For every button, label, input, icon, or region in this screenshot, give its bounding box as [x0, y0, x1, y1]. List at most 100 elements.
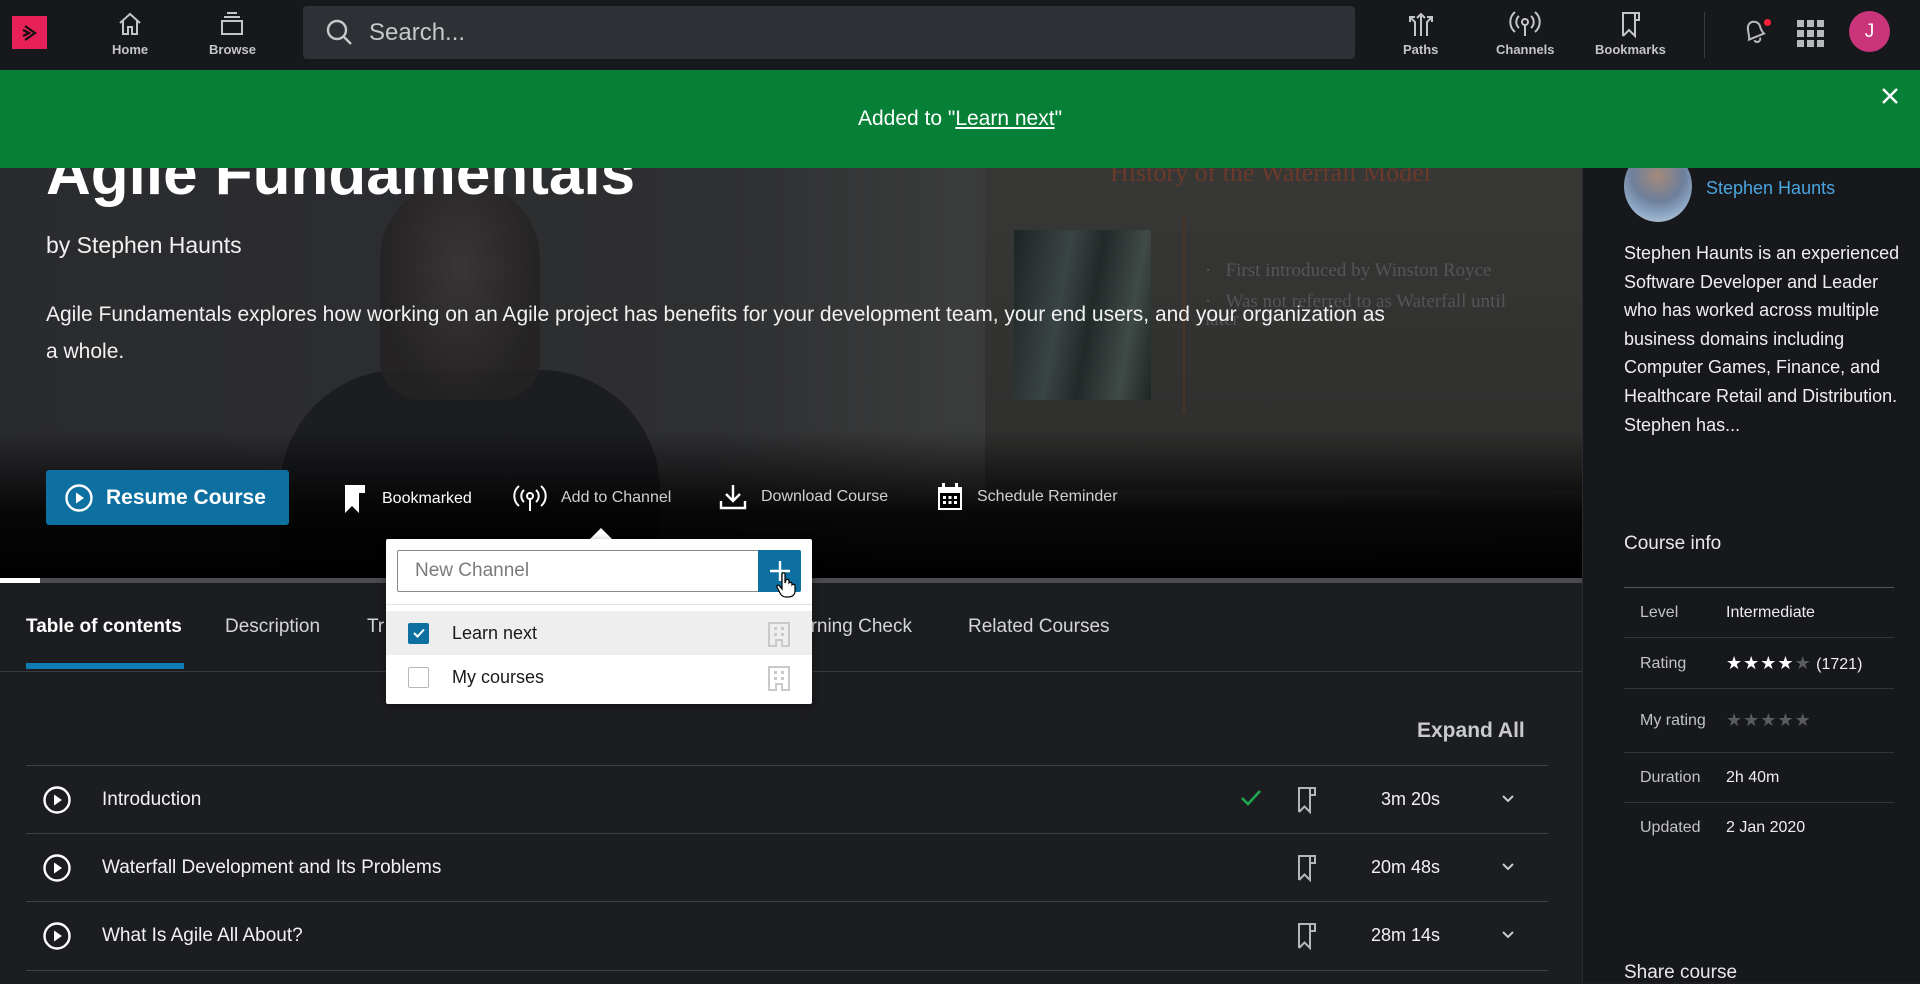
toast-message: Added to "Learn next" [857, 107, 1063, 130]
toast-learn-next-link[interactable]: Learn next [955, 107, 1054, 130]
play-circle-icon [65, 483, 93, 512]
search-bar[interactable] [303, 6, 1355, 59]
nav-bookmarks-label: Bookmarks [1595, 42, 1666, 57]
star-icon: ★ [1777, 652, 1795, 673]
rating-stars: ★★★★★ [1726, 653, 1812, 673]
check-icon [412, 628, 425, 638]
apps-grid-icon[interactable] [1797, 20, 1824, 47]
star-icon: ★ [1760, 710, 1778, 730]
add-to-channel-button[interactable]: Add to Channel [513, 483, 671, 513]
paths-icon [1408, 12, 1433, 36]
bookmark-icon[interactable] [1296, 922, 1318, 950]
user-avatar[interactable]: J [1849, 11, 1890, 52]
resume-course-label: Resume Course [106, 485, 266, 509]
module-duration: 20m 48s [1370, 857, 1440, 877]
channel-item-my-courses[interactable]: My courses [386, 655, 812, 699]
search-input[interactable] [369, 18, 1269, 47]
info-row-my-rating: My rating ★★★★★ [1624, 688, 1894, 752]
updated-value: 2 Jan 2020 [1726, 818, 1806, 836]
pluralsight-logo[interactable] [12, 16, 47, 49]
chevron-down-icon[interactable] [1501, 794, 1515, 804]
success-toast: Added to "Learn next" [0, 70, 1920, 168]
star-icon: ★ [1760, 652, 1778, 673]
nav-browse[interactable]: Browse [209, 8, 256, 57]
chevron-down-icon[interactable] [1501, 862, 1515, 872]
info-row-updated: Updated 2 Jan 2020 [1624, 802, 1894, 852]
module-duration: 3m 20s [1380, 789, 1440, 809]
star-icon: ★ [1743, 710, 1761, 730]
play-circle-icon[interactable] [42, 853, 72, 883]
chevron-down-icon[interactable] [1501, 930, 1515, 940]
nav-channels[interactable]: Channels [1496, 8, 1555, 57]
bookmark-filled-icon [345, 485, 365, 513]
home-icon [119, 12, 141, 35]
play-circle-icon[interactable] [42, 921, 72, 951]
nav-paths-label: Paths [1403, 42, 1439, 57]
course-description: Agile Fundamentals explores how working … [46, 303, 1385, 363]
star-icon: ★ [1726, 652, 1744, 673]
avatar-initial: J [1864, 20, 1875, 42]
top-nav: Home Browse Paths Channels Bookmarks J [0, 0, 1920, 70]
new-channel-input[interactable] [397, 550, 758, 592]
download-icon [719, 485, 747, 510]
course-info-table: Level Intermediate Rating ★★★★★ (1721) M… [1624, 587, 1894, 852]
star-icon: ★ [1794, 652, 1812, 673]
notification-dot [1764, 19, 1771, 26]
tab-learning-check[interactable]: arning Check [800, 616, 912, 638]
channel-item-learn-next[interactable]: Learn next [386, 611, 812, 655]
module-title: Waterfall Development and Its Problems [102, 856, 442, 878]
checkbox-checked[interactable] [408, 622, 429, 644]
browse-icon [221, 12, 244, 35]
slide-bullet: · First introduced by Winston Royce [1205, 260, 1492, 281]
nav-paths[interactable]: Paths [1403, 8, 1438, 57]
toc-module-row[interactable]: Introduction 3m 20s [26, 765, 1548, 833]
toc-module-row[interactable]: What Is Agile All About? 28m 14s [26, 901, 1548, 969]
expand-all-button[interactable]: Expand All [1417, 719, 1525, 743]
resume-course-button[interactable]: Resume Course [46, 470, 289, 525]
toc-module-row[interactable]: Waterfall Development and Its Problems 20… [26, 833, 1548, 901]
author-name-link[interactable]: Stephen Haunts [1706, 178, 1835, 199]
level-value: Intermediate [1726, 603, 1815, 621]
checkbox-unchecked[interactable] [408, 666, 429, 688]
add-to-channel-popup: Learn next My courses [386, 539, 812, 704]
rating-count: (1721) [1816, 655, 1863, 673]
nav-channels-label: Channels [1496, 42, 1555, 57]
star-icon: ★ [1743, 652, 1761, 673]
nav-bookmarks[interactable]: Bookmarks [1595, 8, 1666, 57]
tab-table-of-contents[interactable]: Table of contents [26, 616, 182, 638]
tab-related-courses[interactable]: Related Courses [968, 616, 1110, 638]
info-row-level: Level Intermediate [1624, 587, 1894, 637]
mouse-cursor-hand-icon [776, 572, 796, 598]
schedule-reminder-button[interactable]: Schedule Reminder [937, 483, 1118, 511]
active-tab-indicator [26, 663, 184, 669]
module-title: What Is Agile All About? [102, 924, 303, 946]
module-duration: 28m 14s [1370, 925, 1440, 945]
download-course-button[interactable]: Download Course [719, 483, 888, 511]
nav-divider [1704, 12, 1705, 58]
calendar-icon [938, 483, 962, 510]
bookmarked-button[interactable]: Bookmarked [342, 483, 472, 515]
play-logo-icon [22, 24, 37, 41]
tab-description[interactable]: Description [225, 616, 320, 638]
nav-home-label: Home [112, 42, 149, 57]
play-circle-icon[interactable] [42, 785, 72, 815]
duration-value: 2h 40m [1726, 768, 1780, 786]
organization-building-icon [768, 622, 790, 647]
organization-building-icon [768, 666, 790, 691]
nav-home[interactable]: Home [112, 8, 148, 57]
course-info-heading: Course info [1624, 533, 1722, 554]
toc-divider [26, 970, 1548, 971]
channels-icon [1509, 11, 1541, 36]
info-row-duration: Duration 2h 40m [1624, 752, 1894, 802]
search-icon [326, 19, 352, 45]
star-icon: ★ [1726, 710, 1744, 730]
bookmark-icon[interactable] [1296, 786, 1318, 814]
popup-caret [590, 528, 612, 539]
author-bio: Stephen Haunts is an experienced Softwar… [1624, 243, 1900, 435]
bookmark-icon[interactable] [1296, 854, 1318, 882]
tab-transcript[interactable]: Tr [367, 616, 384, 638]
my-rating-stars[interactable]: ★★★★★ [1726, 710, 1812, 730]
close-icon[interactable] [1881, 87, 1899, 105]
star-icon: ★ [1777, 710, 1795, 730]
nav-browse-label: Browse [209, 42, 256, 57]
